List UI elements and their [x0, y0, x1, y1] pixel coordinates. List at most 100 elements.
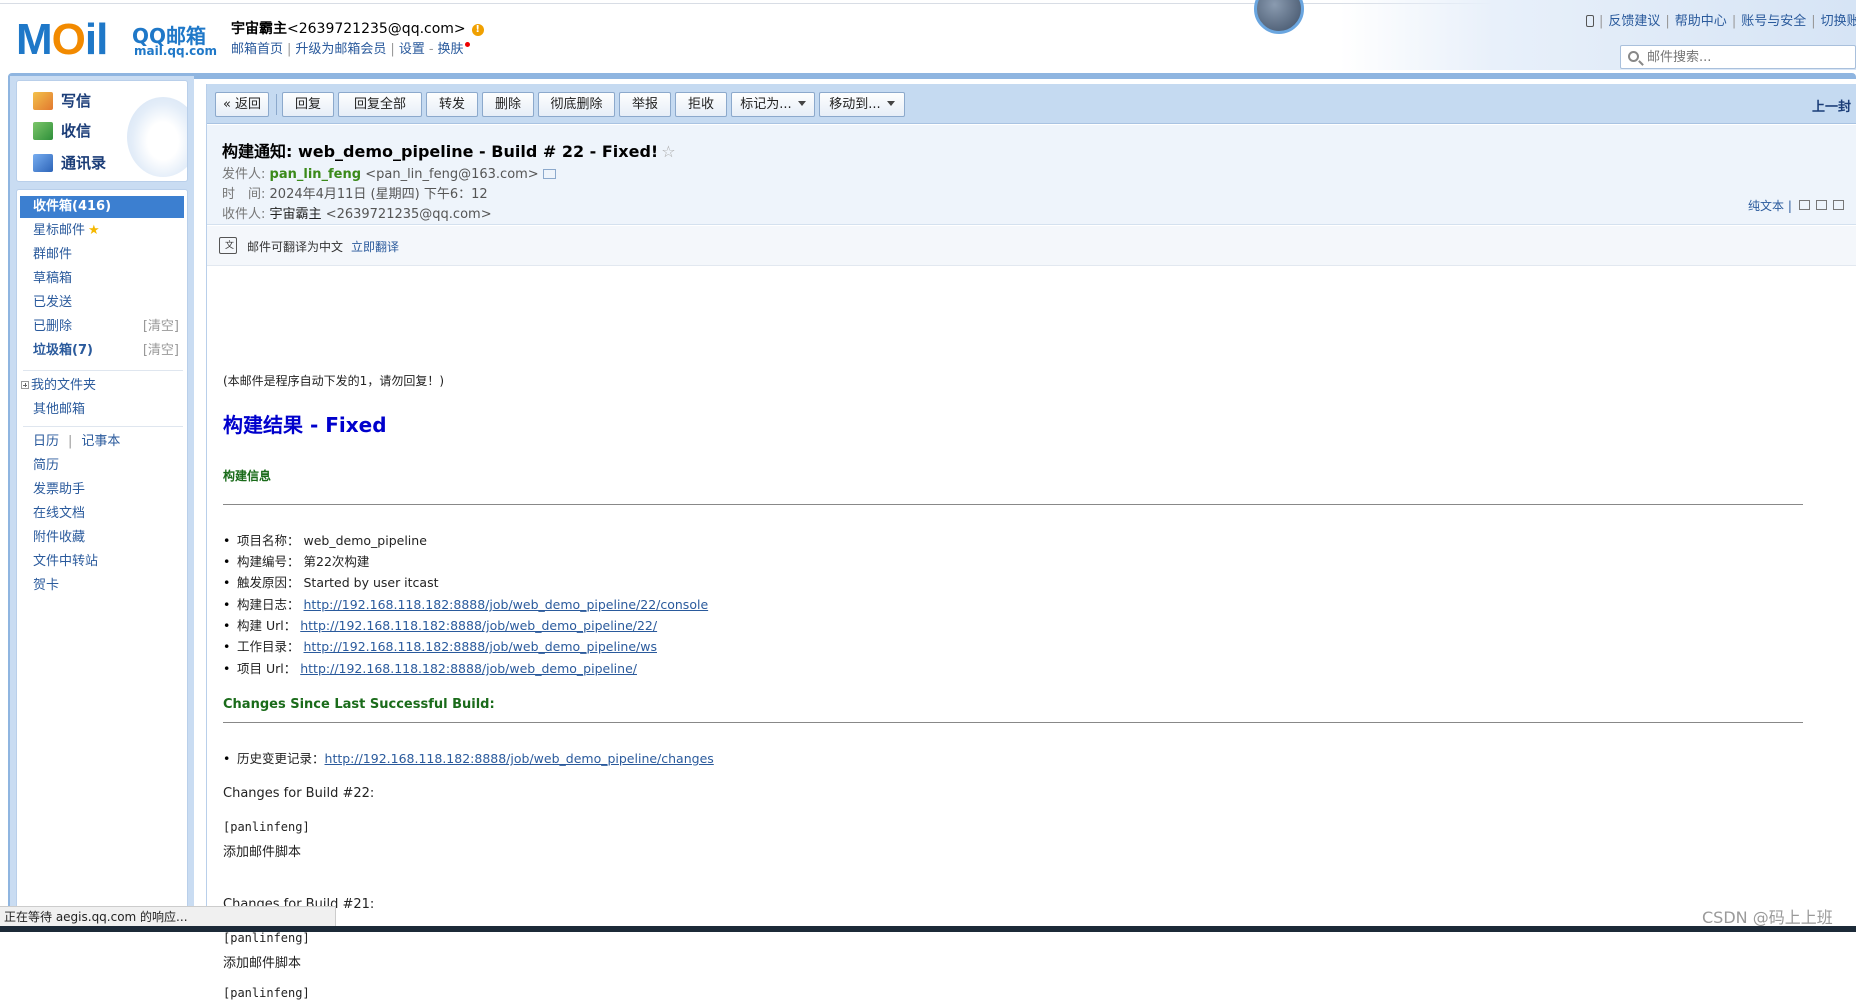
info-item: 触发原因： Started by user itcast	[223, 572, 439, 591]
compose-button[interactable]: 写信	[33, 90, 143, 114]
avatar[interactable]	[1254, 0, 1304, 34]
link-feedback[interactable]: 反馈建议	[1608, 14, 1660, 29]
delete-button[interactable]: 删除	[482, 92, 534, 117]
reply-all-button[interactable]: 回复全部	[338, 92, 422, 117]
download-icon[interactable]	[1833, 200, 1844, 210]
translate-bar: 邮件可翻译为中文立即翻译	[207, 226, 1856, 266]
folder-other-mail[interactable]: 其他邮箱	[17, 399, 187, 421]
link-help[interactable]: 帮助中心	[1675, 14, 1727, 29]
link-settings[interactable]: 设置	[399, 42, 425, 57]
link-calendar[interactable]: 日历	[33, 434, 59, 449]
link-notes[interactable]: 记事本	[81, 434, 120, 449]
link-home[interactable]: 邮箱首页	[231, 42, 283, 57]
folder-starred[interactable]: 星标邮件 ★	[17, 220, 187, 242]
sep: |	[1599, 14, 1604, 29]
build-log-link[interactable]: http://192.168.118.182:8888/job/web_demo…	[304, 597, 709, 612]
translate-now-link[interactable]: 立即翻译	[351, 240, 399, 254]
info-value: Started by user itcast	[303, 575, 439, 590]
view-options	[1799, 199, 1850, 214]
info-label: 项目名称：	[237, 533, 300, 548]
sep: |	[1665, 14, 1670, 29]
star-outline-icon[interactable]: ☆	[661, 142, 675, 161]
mark-as-label: 标记为...	[740, 97, 792, 112]
folder-group[interactable]: 群邮件	[17, 244, 187, 266]
toolbar-divider	[276, 94, 277, 115]
move-to-dropdown[interactable]: 移动到...	[819, 92, 905, 117]
print-icon[interactable]	[1816, 200, 1827, 210]
logo-word: MOil	[16, 15, 108, 64]
plaintext-link[interactable]: 纯文本 |	[1748, 197, 1792, 214]
link-cards[interactable]: 贺卡	[17, 575, 187, 597]
recipient-name[interactable]: 宇宙霸主	[270, 207, 322, 222]
folder-inbox[interactable]: 收件箱(416)	[20, 196, 184, 218]
logo-letter-o: O	[51, 15, 86, 64]
build-result-title: 构建结果 - Fixed	[223, 413, 387, 437]
sep: |	[1811, 14, 1816, 29]
sender-row: 发件人: pan_lin_feng <pan_lin_feng@163.com>	[222, 163, 556, 182]
folder-deleted[interactable]: 已删除 [清空]	[17, 316, 187, 338]
divider	[223, 504, 1803, 505]
frame-top	[8, 73, 1856, 79]
link-transfer[interactable]: 文件中转站	[17, 551, 187, 573]
star-icon: ★	[88, 223, 100, 238]
delete-permanent-button[interactable]: 彻底删除	[538, 92, 615, 117]
link-docs[interactable]: 在线文档	[17, 503, 187, 525]
from-label: 发件人:	[222, 167, 266, 182]
report-button[interactable]: 举报	[619, 92, 671, 117]
receive-button[interactable]: 收信	[33, 120, 143, 144]
forward-button[interactable]: 转发	[426, 92, 478, 117]
link-resume[interactable]: 简历	[17, 455, 187, 477]
logo-letter-m: M	[16, 15, 53, 64]
link-invoice[interactable]: 发票助手	[17, 479, 187, 501]
clear-deleted-link[interactable]: [清空]	[143, 316, 179, 338]
logo-domain: mail.qq.com	[134, 44, 217, 58]
link-upgrade[interactable]: 升级为邮箱会员	[295, 42, 386, 57]
back-button[interactable]: « 返回	[215, 92, 269, 117]
popout-icon[interactable]	[1799, 200, 1810, 210]
folder-sent[interactable]: 已发送	[17, 292, 187, 314]
build22-author: [panlinfeng]	[223, 820, 310, 834]
receive-icon	[33, 122, 53, 140]
contacts-button[interactable]: 通讯录	[33, 152, 143, 176]
contact-card-icon[interactable]	[542, 169, 556, 179]
sender-name[interactable]: pan_lin_feng	[270, 167, 362, 182]
mail-subject: 构建通知: web_demo_pipeline - Build # 22 - F…	[222, 138, 676, 162]
user-name: 宇宙霸主	[231, 21, 287, 37]
logo-letters-il: il	[84, 15, 108, 64]
quick-actions: 写信 收信 通讯录	[16, 80, 188, 182]
workspace-link[interactable]: http://192.168.118.182:8888/job/web_demo…	[304, 639, 658, 654]
build-url-link[interactable]: http://192.168.118.182:8888/job/web_demo…	[300, 618, 657, 633]
folder-my-folders[interactable]: 我的文件夹	[17, 375, 187, 397]
history-label: 历史变更记录：	[237, 751, 325, 766]
subject-text: 构建通知: web_demo_pipeline - Build # 22 - F…	[222, 142, 659, 161]
folder-spam[interactable]: 垃圾箱(7) [清空]	[17, 340, 187, 362]
reply-button[interactable]: 回复	[282, 92, 334, 117]
receive-label: 收信	[61, 122, 92, 140]
mark-as-dropdown[interactable]: 标记为...	[731, 92, 815, 117]
recipient-email: <2639721235@qq.com>	[325, 207, 492, 222]
sep: -	[428, 42, 434, 57]
time-label: 时 间:	[222, 187, 266, 202]
search-box[interactable]	[1620, 45, 1856, 69]
mail-time: 2024年4月11日 (星期四) 下午6：12	[269, 187, 488, 202]
history-link[interactable]: http://192.168.118.182:8888/job/web_demo…	[325, 751, 714, 766]
clear-spam-link[interactable]: [清空]	[143, 340, 179, 362]
folder-drafts[interactable]: 草稿箱	[17, 268, 187, 290]
link-attachments[interactable]: 附件收藏	[17, 527, 187, 549]
prev-mail-link[interactable]: 上一封	[1812, 96, 1851, 115]
sep: |	[1731, 14, 1737, 29]
info-label: 构建 Url：	[237, 618, 297, 633]
warning-icon[interactable]: !	[471, 24, 484, 36]
reject-button[interactable]: 拒收	[675, 92, 727, 117]
project-url-link[interactable]: http://192.168.118.182:8888/job/web_demo…	[300, 661, 637, 676]
search-input[interactable]	[1645, 46, 1845, 68]
folder-my-folders-label: 我的文件夹	[31, 378, 97, 393]
link-account-security[interactable]: 账号与安全	[1741, 14, 1806, 29]
auto-note: (本邮件是程序自动下发的1，请勿回复！)	[223, 374, 444, 388]
link-skin[interactable]: 换肤	[438, 42, 464, 57]
compose-icon	[33, 92, 53, 110]
qq-mail-logo[interactable]: MOil QQ邮箱 mail.qq.com	[16, 15, 217, 64]
phone-icon[interactable]	[1586, 15, 1594, 27]
expand-icon[interactable]	[21, 381, 29, 389]
link-switch-account[interactable]: 切换账	[1821, 14, 1856, 29]
